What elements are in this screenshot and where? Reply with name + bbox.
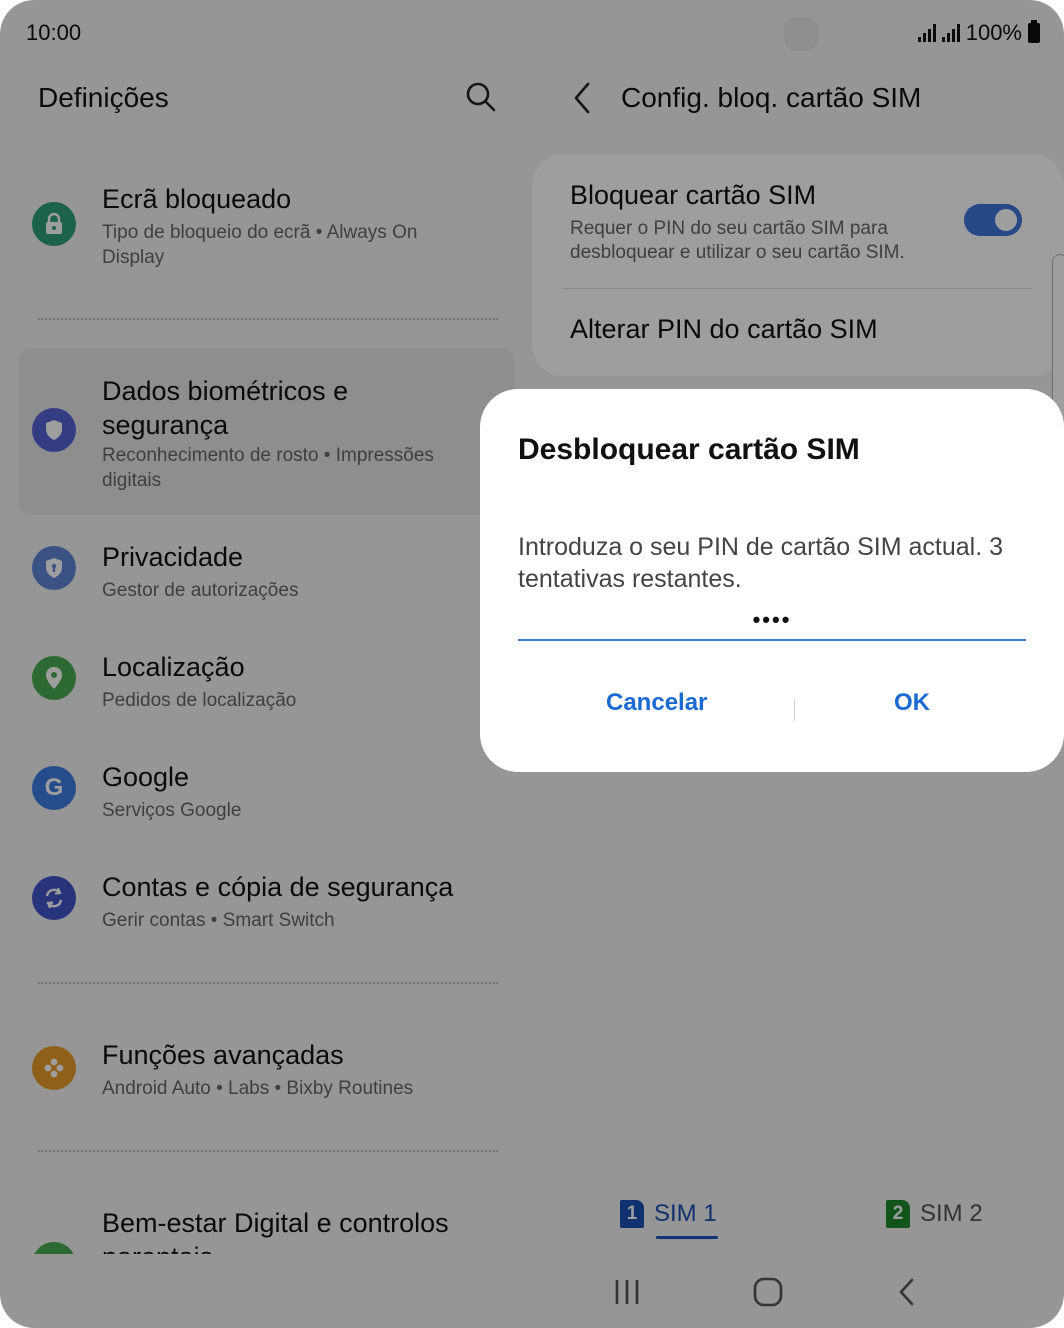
screen: 10:00 100% Definições Ecrã bloqueado Tip… — [0, 0, 1064, 1328]
unlock-sim-dialog: Desbloquear cartão SIM Introduza o seu P… — [480, 389, 1064, 772]
dialog-message: Introduza o seu PIN de cartão SIM actual… — [518, 533, 1003, 593]
ok-button[interactable]: OK — [894, 689, 930, 717]
sim-pin-input[interactable] — [518, 601, 1026, 641]
button-separator — [794, 699, 795, 721]
cancel-button[interactable]: Cancelar — [606, 689, 707, 717]
dialog-title: Desbloquear cartão SIM — [518, 433, 860, 466]
